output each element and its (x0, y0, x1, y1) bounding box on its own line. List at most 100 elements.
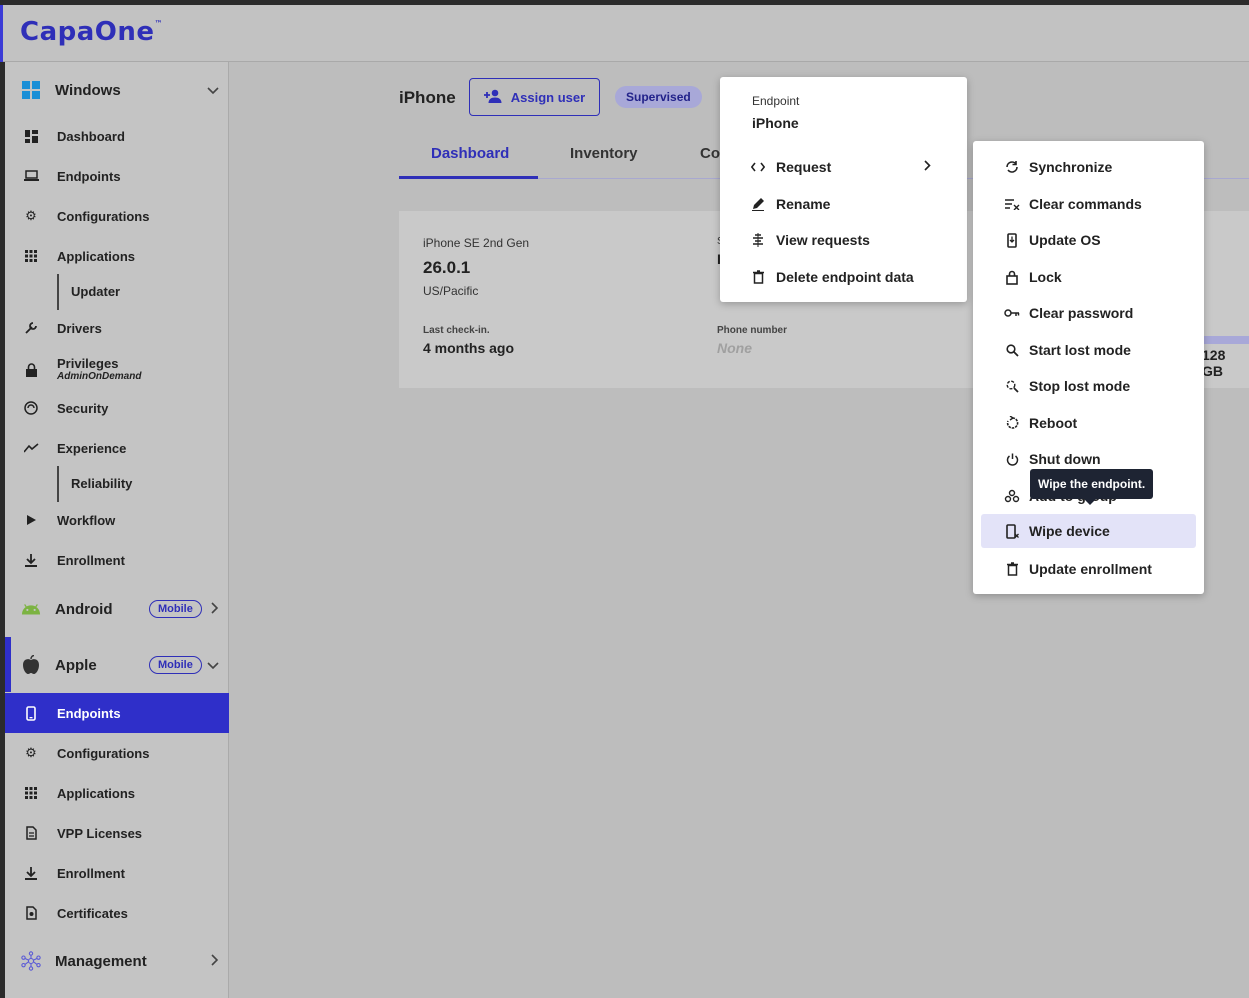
sidebar-section-android[interactable]: Android Mobile (5, 589, 229, 629)
sidebar-item-label: Endpoints (57, 169, 121, 184)
network-icon (21, 951, 41, 971)
list-icon (750, 232, 766, 248)
sidebar-subitem-updater[interactable]: Updater (57, 274, 227, 310)
menu-header-label: Endpoint (752, 94, 800, 108)
section-label: Windows (55, 81, 121, 99)
menu-item-label: Update OS (1029, 232, 1101, 248)
gear-icon: ⚙ (25, 208, 37, 223)
menu-item-view-requests[interactable]: View requests (720, 223, 967, 257)
menu-item-request[interactable]: Request (720, 150, 967, 184)
sidebar-item-vpp-licenses[interactable]: VPP Licenses (5, 813, 229, 853)
tab-inventory[interactable]: Inventory (570, 145, 638, 162)
chevron-down-icon (207, 657, 219, 673)
tooltip-arrow (1084, 499, 1096, 505)
menu-item-label: Request (776, 159, 832, 175)
tab-co[interactable]: Co (700, 145, 720, 162)
download-icon (23, 865, 39, 881)
menu-item-delete-endpoint-data[interactable]: Delete endpoint data (720, 260, 967, 294)
sidebar-item-security[interactable]: Security (5, 388, 229, 428)
sidebar-item-label: Security (57, 401, 109, 416)
menu-header-value: iPhone (752, 115, 799, 131)
app-header: CapaOne™ (0, 5, 1249, 62)
sidebar-item-configurations[interactable]: ⚙ Configurations (5, 196, 229, 236)
sidebar-item-workflow[interactable]: Workflow (5, 500, 229, 540)
menu-item-label: Wipe device (1029, 523, 1110, 539)
sidebar-item-experience[interactable]: Experience (5, 428, 229, 468)
sidebar-item-label: Configurations (57, 746, 150, 761)
capaone-logo[interactable]: CapaOne™ (20, 17, 163, 47)
chevron-down-icon (207, 82, 219, 98)
sidebar-section-apple[interactable]: Apple Mobile (5, 645, 229, 685)
header-accent (0, 5, 3, 62)
active-tab-underline (399, 176, 538, 179)
logo-text: CapaOne (20, 17, 155, 47)
section-label: Apple (55, 656, 97, 674)
section-label: Android (55, 600, 113, 618)
tab-dashboard[interactable]: Dashboard (431, 145, 509, 162)
phone-download-icon (1004, 232, 1020, 248)
menu-item-update-os[interactable]: Update OS (973, 223, 1204, 257)
endpoint-context-menu: Endpoint iPhone Request Rename View requ… (720, 77, 967, 302)
menu-item-synchronize[interactable]: Synchronize (973, 150, 1204, 184)
menu-item-wipe-device[interactable]: Wipe device (981, 514, 1196, 548)
gear-icon: ⚙ (25, 745, 37, 760)
reboot-icon (1004, 415, 1020, 431)
menu-item-label: Start lost mode (1029, 342, 1131, 358)
apple-icon (21, 655, 41, 675)
sidebar-subitem-reliability[interactable]: Reliability (57, 466, 227, 502)
dashboard-icon (23, 128, 39, 144)
assign-user-button[interactable]: Assign user (469, 78, 600, 116)
sidebar-item-privileges[interactable]: Privileges AdminOnDemand (5, 348, 229, 388)
sidebar-item-label: Configurations (57, 209, 150, 224)
sidebar-section-management[interactable]: Management (5, 941, 229, 981)
sidebar-item-endpoints[interactable]: Endpoints (5, 156, 229, 196)
sidebar-item-drivers[interactable]: Drivers (5, 308, 229, 348)
logo-tm: ™ (154, 19, 164, 28)
menu-item-label: Clear password (1029, 305, 1134, 321)
menu-item-stop-lost-mode[interactable]: Stop lost mode (973, 369, 1204, 403)
windows-icon (21, 80, 41, 100)
menu-item-reboot[interactable]: Reboot (973, 406, 1204, 440)
sidebar-item-enrollment[interactable]: Enrollment (5, 540, 229, 580)
supervised-badge: Supervised (615, 86, 702, 108)
sidebar-section-windows[interactable]: Windows (5, 70, 229, 110)
menu-item-label: View requests (776, 232, 870, 248)
menu-item-start-lost-mode[interactable]: Start lost mode (973, 333, 1204, 367)
storage-total: 128 GB (1202, 347, 1226, 379)
sidebar-item-applications[interactable]: Applications (5, 236, 229, 276)
sidebar-item-label: Certificates (57, 906, 128, 921)
sidebar-item-apple-endpoints[interactable]: Endpoints (5, 693, 229, 733)
sidebar-item-sublabel: AdminOnDemand (57, 371, 142, 382)
assign-user-label: Assign user (510, 89, 586, 105)
menu-item-lock[interactable]: Lock (973, 260, 1204, 294)
menu-item-label: Rename (776, 196, 831, 212)
sidebar-item-label: Workflow (57, 513, 116, 528)
sidebar-item-apple-configurations[interactable]: ⚙ Configurations (5, 733, 229, 773)
menu-item-label: Shut down (1029, 451, 1101, 467)
sidebar-item-label: Endpoints (57, 706, 121, 721)
menu-item-rename[interactable]: Rename (720, 187, 967, 221)
code-icon (750, 159, 766, 175)
menu-item-label: Clear commands (1029, 196, 1142, 212)
menu-item-update-enrollment[interactable]: Update enrollment (973, 552, 1204, 586)
wrench-icon (23, 320, 39, 336)
sidebar-item-label: Enrollment (57, 553, 125, 568)
lock-icon (23, 362, 39, 378)
wipe-tooltip: Wipe the endpoint. (1030, 469, 1154, 499)
search-off-icon (1004, 378, 1020, 394)
sidebar-item-apple-enrollment[interactable]: Enrollment (5, 853, 229, 893)
trend-icon (23, 440, 39, 456)
sidebar-item-dashboard[interactable]: Dashboard (5, 116, 229, 156)
storage-bar (1202, 336, 1249, 344)
add-user-icon (483, 89, 503, 106)
menu-item-clear-commands[interactable]: Clear commands (973, 187, 1204, 221)
chevron-right-icon (211, 953, 219, 969)
sidebar-item-certificates[interactable]: Certificates (5, 893, 229, 933)
sidebar-item-apple-applications[interactable]: Applications (5, 773, 229, 813)
last-checkin-label: Last check-in. (423, 325, 490, 336)
menu-item-clear-password[interactable]: Clear password (973, 296, 1204, 330)
request-submenu: Synchronize Clear commands Update OS Loc… (973, 141, 1204, 594)
sidebar-item-label: Enrollment (57, 866, 125, 881)
sidebar-item-label: Applications (57, 249, 136, 264)
phone-wipe-icon (1004, 523, 1020, 539)
